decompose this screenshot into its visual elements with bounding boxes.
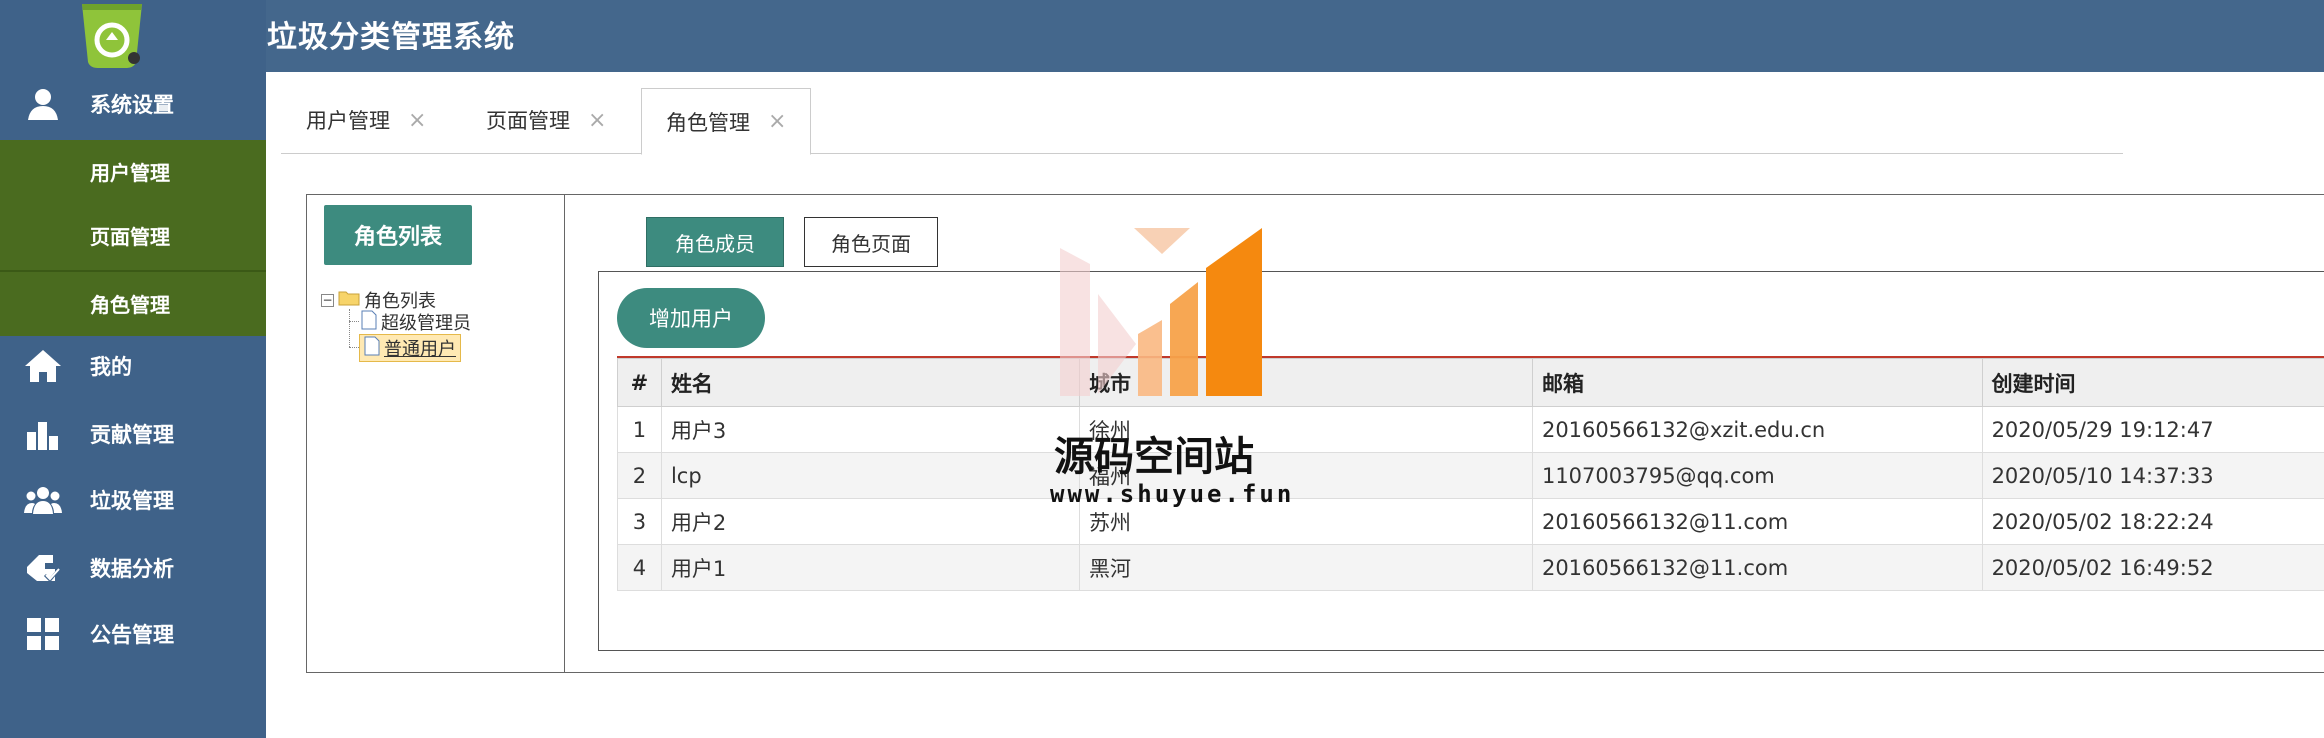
cell-index: 4 — [617, 544, 662, 591]
document-icon — [364, 336, 380, 361]
tab-role-management[interactable]: 角色管理 × — [641, 88, 812, 155]
tree-connector — [349, 321, 359, 322]
sidebar-subitem-role-management[interactable]: 角色管理 — [0, 272, 266, 334]
column-header[interactable]: 创建时间 — [1981, 358, 2324, 407]
table-row[interactable]: 3 用户2 苏州 20160566132@11.com 2020/05/02 1… — [617, 498, 2324, 545]
hand-check-icon — [24, 549, 62, 587]
cell-city: 黑河 — [1079, 544, 1533, 591]
tree-connector — [349, 347, 359, 348]
sidebar-subitem-user-management[interactable]: 用户管理 — [0, 140, 266, 202]
tab-user-management[interactable]: 用户管理 × — [306, 86, 426, 154]
tree-node-normal-user[interactable]: 普通用户 — [359, 334, 461, 362]
table-row[interactable]: 2 lcp 福州 1107003795@qq.com 2020/05/10 14… — [617, 452, 2324, 499]
recycle-bin-logo-icon — [76, 0, 148, 68]
sidebar-item-label: 我的 — [90, 355, 132, 379]
table-row[interactable]: 4 用户1 黑河 20160566132@11.com 2020/05/02 1… — [617, 544, 2324, 591]
app-root: 系统设置 用户管理 页面管理 角色管理 我的 贡献管理 垃圾管理 数据分析 公告… — [0, 0, 2324, 738]
close-icon[interactable]: × — [408, 108, 426, 133]
role-detail-pane: 角色成员 角色页面 增加用户 # 姓名 城市 邮箱 创建时间 1 用户3 徐州 … — [566, 195, 2324, 672]
cell-name: 用户1 — [660, 544, 1081, 591]
tab-role-pages[interactable]: 角色页面 — [804, 217, 938, 267]
grid-icon — [24, 615, 62, 653]
tree-node-selected[interactable]: 普通用户 — [359, 334, 461, 362]
home-icon — [24, 347, 62, 385]
members-table: # 姓名 城市 邮箱 创建时间 1 用户3 徐州 20160566132@xzi — [617, 358, 2324, 591]
cell-index: 2 — [617, 452, 662, 499]
tab-bar: 用户管理 × 页面管理 × 角色管理 × — [281, 86, 2123, 155]
column-header[interactable]: # — [617, 358, 662, 407]
tab-label: 角色管理 — [666, 110, 750, 135]
cell-name: 用户2 — [660, 498, 1081, 545]
tab-label: 用户管理 — [306, 109, 390, 133]
table-row[interactable]: 1 用户3 徐州 20160566132@xzit.edu.cn 2020/05… — [617, 406, 2324, 453]
tab-page-management[interactable]: 页面管理 × — [486, 86, 606, 154]
tree-node-label: 超级管理员 — [381, 313, 471, 334]
sidebar-item-label: 贡献管理 — [90, 423, 174, 447]
sidebar-item-label: 数据分析 — [90, 557, 174, 581]
watermark-url: www.shuyue.fun — [1050, 480, 1295, 508]
close-icon[interactable]: × — [768, 109, 786, 134]
collapse-icon[interactable]: − — [321, 293, 334, 307]
sidebar-item-label: 系统设置 — [90, 93, 174, 117]
sidebar-submenu: 用户管理 页面管理 角色管理 — [0, 140, 266, 336]
role-panel: 角色列表 − 角色列表 超级管理员 普通用户 角色成员 角色页面 增加用户 # … — [306, 194, 2324, 673]
app-title: 垃圾分类管理系统 — [267, 20, 515, 55]
sidebar-subitem-label: 页面管理 — [90, 224, 170, 249]
cell-name: 用户3 — [660, 406, 1081, 453]
members-content: 增加用户 # 姓名 城市 邮箱 创建时间 1 用户3 徐州 2016056613… — [598, 271, 2324, 651]
cell-name: lcp — [660, 452, 1081, 499]
column-header[interactable]: 邮箱 — [1531, 358, 1983, 407]
tree-node-label: 普通用户 — [384, 339, 456, 360]
top-header: 垃圾分类管理系统 — [266, 0, 2324, 72]
sidebar-item-contribution[interactable]: 贡献管理 — [0, 404, 266, 464]
cell-index: 1 — [617, 406, 662, 453]
tab-role-members[interactable]: 角色成员 — [646, 217, 784, 267]
sidebar-item-mine[interactable]: 我的 — [0, 336, 266, 396]
sidebar-item-label: 垃圾管理 — [90, 489, 174, 513]
watermark-title: 源码空间站 — [1054, 434, 1254, 480]
cell-email: 1107003795@qq.com — [1531, 452, 1983, 499]
cell-email: 20160566132@11.com — [1531, 498, 1983, 545]
sidebar-item-label: 公告管理 — [90, 623, 174, 647]
folder-icon — [338, 290, 360, 311]
user-icon — [24, 85, 62, 123]
sidebar-subitem-label: 用户管理 — [90, 160, 170, 185]
cell-index: 3 — [617, 498, 662, 545]
cell-created: 2020/05/10 14:37:33 — [1981, 452, 2324, 499]
column-header[interactable]: 城市 — [1079, 358, 1533, 407]
tree-connector — [349, 309, 350, 347]
column-header[interactable]: 姓名 — [660, 358, 1081, 407]
sidebar-subitem-page-management[interactable]: 页面管理 — [0, 204, 266, 266]
add-user-button[interactable]: 增加用户 — [617, 288, 765, 348]
sidebar-item-system-settings[interactable]: 系统设置 — [0, 74, 266, 134]
cell-email: 20160566132@11.com — [1531, 544, 1983, 591]
role-list-button[interactable]: 角色列表 — [324, 205, 472, 265]
tab-label: 页面管理 — [486, 109, 570, 133]
sidebar-subitem-label: 角色管理 — [90, 292, 170, 317]
cell-created: 2020/05/02 18:22:24 — [1981, 498, 2324, 545]
sidebar-item-data-analysis[interactable]: 数据分析 — [0, 538, 266, 598]
group-icon — [24, 481, 62, 519]
document-icon — [361, 310, 377, 335]
table-header-row: # 姓名 城市 邮箱 创建时间 — [617, 358, 2324, 407]
tree-node-super-admin[interactable]: 超级管理员 — [361, 309, 471, 335]
sidebar-item-garbage[interactable]: 垃圾管理 — [0, 470, 266, 530]
sidebar-item-announcements[interactable]: 公告管理 — [0, 604, 266, 664]
bar-chart-icon — [24, 415, 62, 453]
cell-email: 20160566132@xzit.edu.cn — [1531, 406, 1983, 453]
close-icon[interactable]: × — [588, 108, 606, 133]
cell-created: 2020/05/29 19:12:47 — [1981, 406, 2324, 453]
role-list-pane: 角色列表 − 角色列表 超级管理员 普通用户 — [307, 195, 565, 672]
cell-created: 2020/05/02 16:49:52 — [1981, 544, 2324, 591]
sidebar: 系统设置 用户管理 页面管理 角色管理 我的 贡献管理 垃圾管理 数据分析 公告… — [0, 0, 266, 738]
